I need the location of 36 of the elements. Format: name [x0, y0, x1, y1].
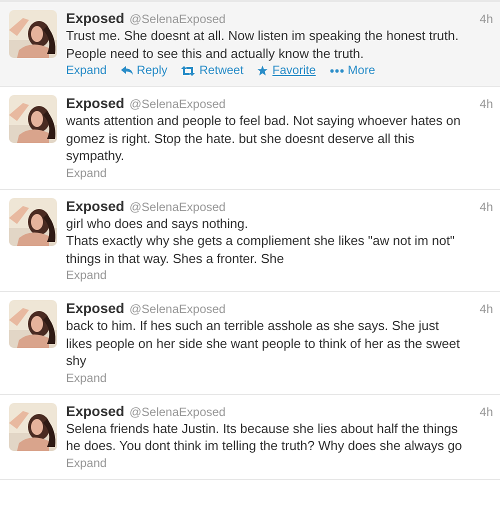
timestamp[interactable]: 4h: [480, 198, 493, 214]
retweet-icon: [181, 66, 196, 76]
tweet-text: Trust me. She doesnt at all. Now listen im speaking the honest truth. People need to see this and actually know the truth.: [66, 27, 460, 62]
expand-link[interactable]: Expand: [66, 164, 107, 182]
reply-action[interactable]: Reply: [120, 62, 168, 79]
tweet-text: Selena friends hate Justin. Its because she lies about half the things he does. You dont think im telling the truth? Why does she always go: [66, 420, 464, 454]
tweet-text: girl who does and says nothing. Thats exactly why she gets a compliement she likes "aw not im not" things in that way. Shes a fronter. She: [66, 214, 456, 267]
tweet-text: wants attention and people to feel bad. Not saying whoever hates on gomez is right. Stop the hate. but she doesnt deserve all this sympathy.: [66, 112, 462, 164]
expand-link[interactable]: Expand: [66, 454, 107, 472]
expand-link[interactable]: Expand: [66, 267, 107, 284]
user-name[interactable]: Exposed: [66, 402, 124, 418]
user-handle[interactable]: @SelenaExposed: [129, 404, 226, 420]
favorite-action[interactable]: Favorite: [257, 62, 316, 79]
reply-icon: [120, 66, 133, 76]
tweet-card[interactable]: Exposed @SelenaExposed 4h Trust me. She doesnt at all. Now listen im speaking the honest truth. People need to see this and actually know the truth. Expand Reply Retweet Favorite More: [0, 2, 500, 87]
expand-link[interactable]: Expand: [66, 370, 107, 386]
timestamp[interactable]: 4h: [480, 301, 493, 317]
tweet-card[interactable]: Exposed @SelenaExposed 4h girl who does and says nothing. Thats exactly why she gets a compliement she likes "aw not im not" things in that way. Shes a fronter. She Expand: [0, 190, 500, 292]
star-icon: [257, 65, 268, 76]
user-handle[interactable]: @SelenaExposed: [129, 301, 226, 317]
user-handle[interactable]: @SelenaExposed: [129, 11, 226, 27]
user-name[interactable]: Exposed: [66, 10, 124, 26]
expand-link[interactable]: Expand: [66, 62, 107, 79]
timestamp[interactable]: 4h: [480, 11, 493, 27]
dots-icon: [330, 68, 344, 72]
user-name[interactable]: Exposed: [66, 95, 124, 111]
user-name[interactable]: Exposed: [66, 198, 124, 214]
user-handle[interactable]: @SelenaExposed: [129, 96, 226, 112]
retweet-action[interactable]: Retweet: [181, 62, 244, 79]
tweet-card[interactable]: Exposed @SelenaExposed 4h Selena friends hate Justin. Its because she lies about half the things he does. You dont think im telling the truth? Why does she always go Expand: [0, 394, 500, 480]
timestamp[interactable]: 4h: [480, 96, 493, 112]
more-action[interactable]: More: [330, 62, 376, 79]
tweet-text: back to him. If hes such an terrible asshole as she says. She just likes people on her side she want people to think of her as the sweet shy: [66, 317, 461, 370]
user-handle[interactable]: @SelenaExposed: [129, 198, 226, 214]
user-name[interactable]: Exposed: [66, 300, 124, 316]
timestamp[interactable]: 4h: [480, 404, 493, 420]
